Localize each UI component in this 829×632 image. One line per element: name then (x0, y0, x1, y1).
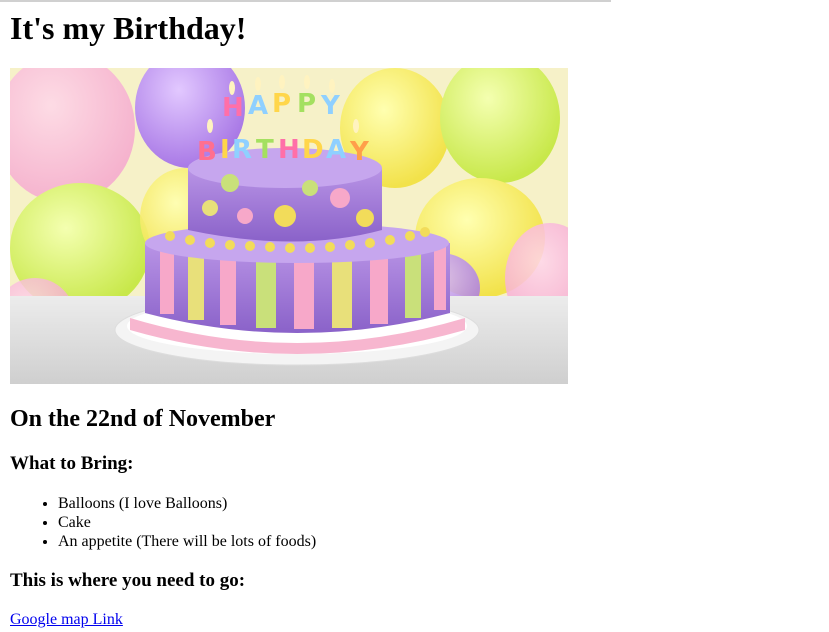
list-item: Balloons (I love Balloons) (58, 494, 316, 513)
svg-text:H: H (278, 135, 300, 165)
google-map-link[interactable]: Google map Link (10, 610, 123, 629)
date-heading: On the 22nd of November (10, 406, 276, 432)
svg-text:A: A (248, 91, 268, 121)
svg-text:P: P (272, 89, 291, 119)
svg-text:R: R (232, 135, 252, 165)
what-to-bring-heading: What to Bring: (10, 453, 134, 474)
svg-text:Y: Y (349, 137, 370, 167)
svg-text:D: D (302, 135, 324, 165)
list-item: Cake (58, 513, 316, 532)
svg-text:I: I (220, 135, 230, 165)
location-heading: This is where you need to go: (10, 570, 246, 591)
page-title: It's my Birthday! (10, 10, 247, 46)
svg-text:T: T (256, 135, 274, 165)
top-divider (0, 0, 611, 2)
birthday-cake-image: H A P P Y B I R T H D A Y (10, 68, 568, 384)
list-item: An appetite (There will be lots of foods… (58, 532, 316, 551)
svg-text:H: H (222, 93, 244, 123)
svg-text:A: A (326, 135, 346, 165)
svg-text:B: B (197, 137, 217, 167)
bring-list: Balloons (I love Balloons) Cake An appet… (18, 494, 316, 551)
svg-text:P: P (297, 89, 316, 119)
svg-text:Y: Y (320, 91, 341, 121)
